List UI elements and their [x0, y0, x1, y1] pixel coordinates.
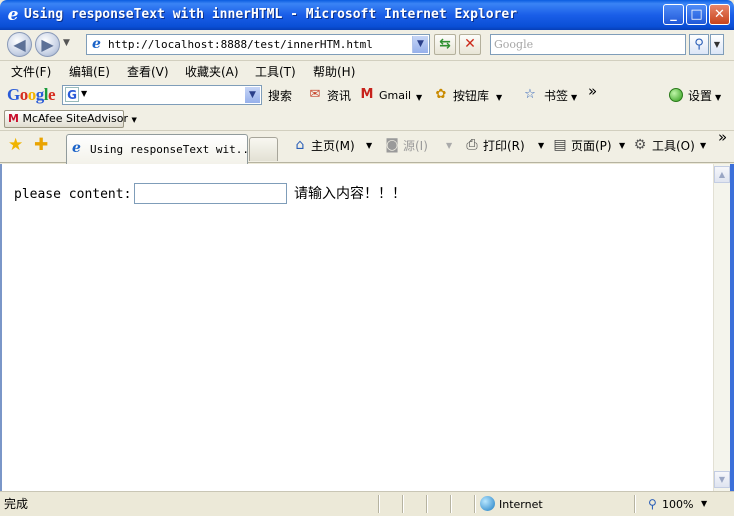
refresh-button[interactable]: ⇆ — [434, 34, 456, 55]
address-dropdown-icon[interactable]: ▼ — [412, 36, 428, 53]
status-divider — [450, 495, 452, 513]
mcafee-toolbar: M McAfee SiteAdvisor ▼ — [0, 108, 734, 130]
window-title: Using responseText with innerHTML - Micr… — [24, 7, 518, 22]
chevron-down-icon[interactable]: ▼ — [496, 92, 502, 104]
menu-favorites[interactable]: 收藏夹(A) — [185, 65, 239, 79]
status-divider — [474, 495, 476, 513]
news-button[interactable]: 资讯 — [327, 89, 351, 103]
mcafee-label: McAfee SiteAdvisor — [22, 112, 129, 125]
page-content: please content: 请输入内容！！！ — [0, 164, 713, 491]
tools-button[interactable]: 工具(O) — [652, 139, 695, 153]
status-divider — [378, 495, 380, 513]
forward-button[interactable]: ▶ — [35, 32, 60, 57]
google-search-button[interactable]: 搜索 — [268, 89, 292, 103]
tab-bar: ★ ✚ e Using responseText wit... ⌂ 主页(M) … — [0, 130, 734, 164]
page-button[interactable]: 页面(P) — [571, 139, 612, 153]
content-output: 请输入内容！！！ — [294, 186, 406, 202]
search-icon[interactable]: ⚲ — [689, 34, 709, 55]
ie-page-icon: e — [72, 140, 81, 156]
page-icon: ▤ — [553, 137, 567, 153]
menu-edit[interactable]: 编辑(E) — [69, 65, 110, 79]
chevron-down-icon: ▼ — [131, 116, 137, 124]
favorites-star-icon[interactable]: ★ — [8, 137, 23, 154]
new-tab-button[interactable] — [249, 137, 278, 161]
zoom-icon: ⚲ — [648, 497, 657, 511]
gmail-icon: M — [360, 87, 374, 102]
home-button[interactable]: 主页(M) — [311, 139, 355, 153]
scroll-down-icon[interactable]: ▼ — [714, 471, 730, 488]
chevron-down-icon[interactable]: ▼ — [700, 140, 706, 152]
status-divider — [426, 495, 428, 513]
back-button[interactable]: ◀ — [7, 32, 32, 57]
more-chevron-icon[interactable]: » — [588, 84, 597, 99]
menu-file[interactable]: 文件(F) — [11, 65, 51, 79]
content-input[interactable] — [134, 183, 287, 204]
stop-button[interactable]: ✕ — [459, 34, 481, 55]
home-icon: ⌂ — [295, 137, 305, 153]
window-border — [730, 164, 734, 491]
address-input[interactable]: e http://localhost:8888/test/innerHTM.ht… — [86, 34, 430, 55]
feeds-icon: ◙ — [385, 137, 399, 153]
settings-button[interactable]: 设置 — [688, 89, 712, 103]
close-button[interactable]: ✕ — [709, 4, 730, 25]
maximize-button[interactable]: □ — [686, 4, 707, 25]
star-icon: ☆ — [524, 87, 536, 102]
news-icon: ✉ — [309, 87, 321, 102]
settings-icon — [669, 88, 683, 102]
chevron-down-icon[interactable]: ▼ — [619, 140, 625, 152]
google-g-icon[interactable]: G — [65, 87, 79, 102]
menu-view[interactable]: 查看(V) — [127, 65, 169, 79]
chevron-down-icon[interactable]: ▼ — [416, 92, 422, 104]
google-logo: Google — [7, 85, 56, 104]
status-text: 完成 — [4, 497, 29, 511]
content-label: please content: — [14, 187, 132, 202]
add-favorite-icon[interactable]: ✚ — [34, 137, 48, 154]
chevron-down-icon[interactable]: ▼ — [446, 140, 452, 152]
chevron-down-icon[interactable]: ▼ — [571, 92, 577, 104]
button-gallery-button[interactable]: 按钮库 — [453, 89, 489, 103]
gmail-button[interactable]: Gmail — [379, 89, 411, 103]
feeds-button[interactable]: 源(I) — [403, 139, 428, 153]
google-search-input[interactable]: G ▼ ▼ — [62, 85, 262, 105]
mcafee-button[interactable]: M McAfee SiteAdvisor ▼ — [4, 110, 137, 128]
bookmarks-button[interactable]: 书签 — [544, 89, 568, 103]
tab-active[interactable]: e Using responseText wit... — [66, 134, 256, 164]
tab-label: Using responseText wit... — [90, 143, 256, 156]
scroll-up-icon[interactable]: ▲ — [714, 166, 730, 183]
globe-icon — [480, 496, 495, 511]
title-bar[interactable]: e Using responseText with innerHTML - Mi… — [0, 0, 734, 30]
menu-help[interactable]: 帮助(H) — [313, 65, 355, 79]
status-divider — [634, 495, 636, 513]
recent-pages-dropdown-icon[interactable]: ▼ — [63, 38, 70, 48]
menu-tools[interactable]: 工具(T) — [255, 65, 296, 79]
url-text: http://localhost:8888/test/innerHTM.html — [108, 38, 373, 51]
chevron-down-icon[interactable]: ▼ — [538, 140, 544, 152]
status-bar: 完成 Internet ⚲ 100% ▼ — [0, 491, 734, 516]
puzzle-icon: ✿ — [435, 87, 447, 102]
ie-logo-icon: e — [7, 5, 19, 25]
minimize-button[interactable]: _ — [663, 4, 684, 25]
menu-bar: 文件(F) 编辑(E) 查看(V) 收藏夹(A) 工具(T) 帮助(H) — [0, 61, 734, 83]
status-divider — [402, 495, 404, 513]
address-toolbar: ◀ ▶ ▼ e http://localhost:8888/test/inner… — [0, 30, 734, 61]
search-options-dropdown-icon[interactable]: ▼ — [710, 34, 724, 55]
chevron-down-icon[interactable]: ▼ — [701, 498, 707, 510]
mcafee-icon: M — [8, 112, 19, 125]
zoom-level[interactable]: 100% — [662, 498, 693, 511]
google-search-dropdown-icon[interactable]: ▼ — [245, 87, 260, 103]
vertical-scrollbar[interactable]: ▲ ▼ — [713, 164, 730, 491]
chevron-down-icon[interactable]: ▼ — [81, 89, 87, 98]
chevron-down-icon[interactable]: ▼ — [715, 92, 721, 104]
google-toolbar: Google G ▼ ▼ 搜索 ✉ 资讯 M Gmail ▼ ✿ 按钮库 ▼ ☆… — [0, 83, 734, 108]
chevron-down-icon[interactable]: ▼ — [366, 140, 372, 152]
security-zone[interactable]: Internet — [499, 498, 543, 511]
live-search-input[interactable]: Google — [490, 34, 686, 55]
print-button[interactable]: 打印(R) — [483, 139, 525, 153]
search-placeholder: Google — [494, 38, 534, 51]
printer-icon: ⎙ — [466, 137, 478, 153]
gear-icon: ⚙ — [633, 137, 647, 153]
more-chevron-icon[interactable]: » — [718, 130, 727, 145]
page-icon: e — [92, 36, 101, 52]
